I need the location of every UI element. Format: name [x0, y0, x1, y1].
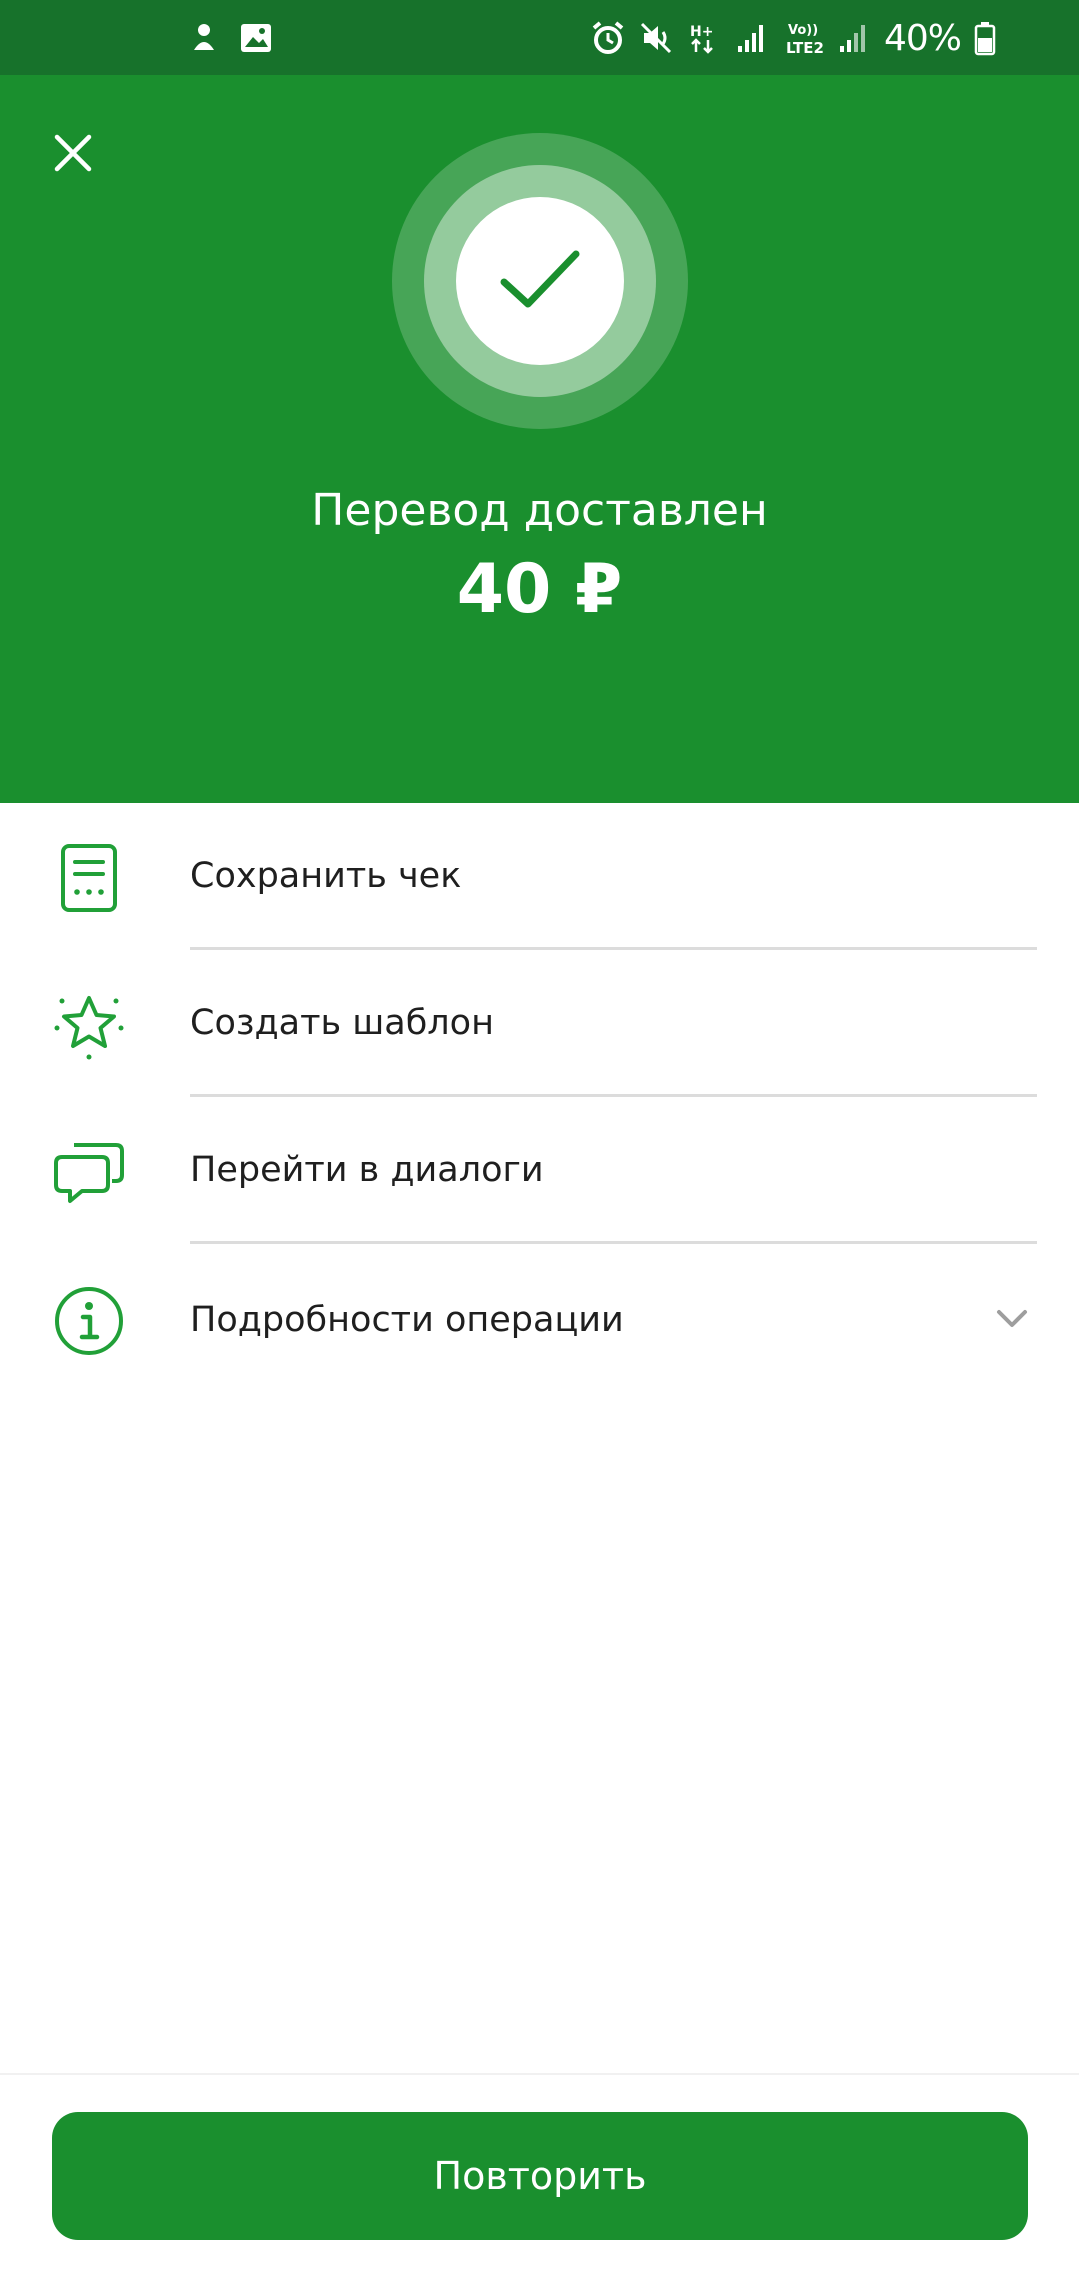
svg-text:H+: H+	[690, 24, 713, 40]
footer-divider	[0, 2073, 1079, 2075]
mute-icon	[638, 20, 674, 56]
hplus-data-icon: H+	[686, 20, 722, 56]
go-to-dialogs-item[interactable]: Перейти в диалоги	[0, 1097, 1079, 1244]
info-icon	[52, 1284, 126, 1358]
network-label: LTE2	[785, 39, 824, 57]
operation-details-item[interactable]: Подробности операции	[0, 1244, 1079, 1396]
operation-details-label: Подробности операции	[190, 1300, 624, 1340]
transfer-amount: 40 ₽	[456, 550, 623, 629]
close-icon	[54, 134, 92, 172]
success-header: Перевод доставлен 40 ₽	[0, 75, 1079, 803]
transfer-status-title: Перевод доставлен	[311, 485, 768, 536]
image-icon	[238, 20, 274, 56]
actions-list: Сохранить чек Создать шаблон Перейти в д…	[0, 803, 1079, 1396]
checkmark-icon	[500, 250, 580, 308]
create-template-item[interactable]: Создать шаблон	[0, 950, 1079, 1097]
close-button[interactable]	[45, 125, 101, 181]
svg-text:Vo)): Vo))	[788, 23, 818, 38]
save-receipt-label: Сохранить чек	[190, 856, 462, 896]
signal-icon	[734, 20, 770, 56]
star-icon	[52, 988, 126, 1062]
receipt-icon	[52, 841, 126, 915]
android-notification-icon	[186, 20, 222, 56]
repeat-button[interactable]: Повторить	[52, 2112, 1028, 2240]
alarm-icon	[590, 20, 626, 56]
success-badge	[392, 133, 688, 429]
battery-icon	[973, 20, 997, 56]
chevron-down-icon[interactable]	[995, 1301, 1029, 1335]
create-template-label: Создать шаблон	[190, 1003, 494, 1043]
go-to-dialogs-label: Перейти в диалоги	[190, 1150, 544, 1190]
save-receipt-item[interactable]: Сохранить чек	[0, 803, 1079, 950]
signal-icon-2	[836, 20, 872, 56]
status-bar: H+ Vo)) LTE2 40%	[0, 0, 1079, 75]
battery-percent: 40%	[883, 17, 962, 59]
chat-bubbles-icon	[52, 1135, 126, 1209]
